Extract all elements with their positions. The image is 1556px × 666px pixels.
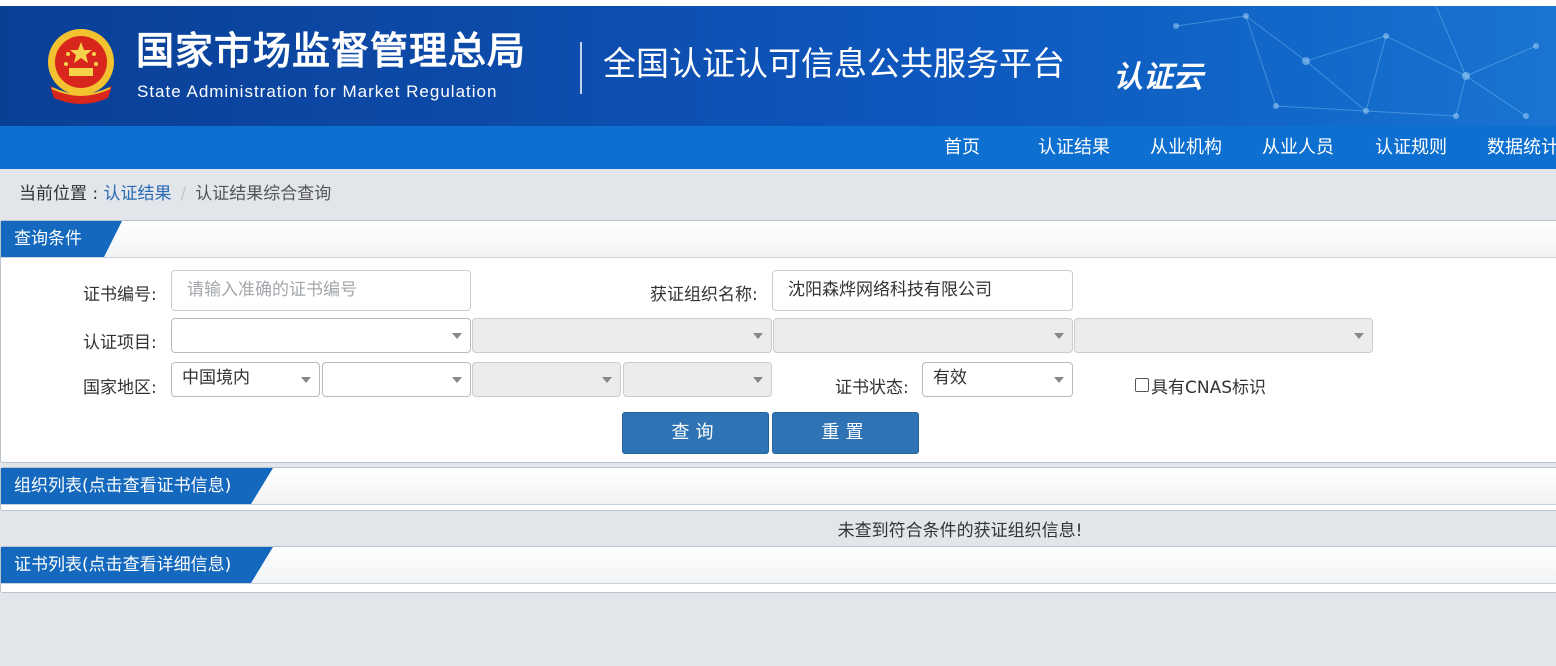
main-nav: 首页 认证结果 从业机构 从业人员 认证规则 数据统计 xyxy=(0,126,1556,169)
nav-item-statistics[interactable]: 数据统计 xyxy=(1487,126,1556,169)
breadcrumb-prefix: 当前位置 : xyxy=(19,184,104,204)
org-name-input[interactable]: 沈阳森烨网络科技有限公司 xyxy=(772,270,1073,311)
chevron-down-icon xyxy=(301,377,311,383)
org-list-empty-message: 未查到符合条件的获证组织信息! xyxy=(837,521,1083,541)
cnas-checkbox[interactable] xyxy=(1135,378,1149,392)
nav-item-personnel[interactable]: 从业人员 xyxy=(1262,126,1334,169)
breadcrumb-link-cert-results[interactable]: 认证结果 xyxy=(104,184,172,204)
project-select-1[interactable] xyxy=(171,318,471,353)
org-list-title: 组织列表(点击查看证书信息) xyxy=(1,468,273,504)
cert-status-label: 证书状态: xyxy=(835,378,909,398)
select-value: 有效 xyxy=(933,368,967,388)
nav-item-rules[interactable]: 认证规则 xyxy=(1375,126,1447,169)
chevron-down-icon xyxy=(602,377,612,383)
chevron-down-icon xyxy=(1054,333,1064,339)
project-select-4[interactable] xyxy=(1074,318,1373,353)
region-select-city[interactable] xyxy=(472,362,621,397)
org-list-header: 组织列表(点击查看证书信息) xyxy=(1,468,1556,505)
cert-no-input[interactable]: 请输入准确的证书编号 xyxy=(171,270,471,311)
site-banner: 国家市场监督管理总局 State Administration for Mark… xyxy=(0,6,1556,126)
org-list-panel: 组织列表(点击查看证书信息) xyxy=(0,467,1556,511)
title-divider xyxy=(580,42,582,94)
nav-item-institutions[interactable]: 从业机构 xyxy=(1150,126,1222,169)
breadcrumb-separator: / xyxy=(180,184,187,204)
org-name-label: 获证组织名称: xyxy=(650,285,758,305)
query-panel-title: 查询条件 xyxy=(1,221,122,257)
chevron-down-icon xyxy=(452,377,462,383)
cert-list-title: 证书列表(点击查看详细信息) xyxy=(1,547,273,583)
cert-no-label: 证书编号: xyxy=(83,285,157,305)
chevron-down-icon xyxy=(753,377,763,383)
cnas-option: 具有CNAS标识 xyxy=(1135,373,1266,398)
cert-list-panel: 证书列表(点击查看详细信息) xyxy=(0,546,1556,593)
region-label: 国家地区: xyxy=(83,378,157,398)
chevron-down-icon xyxy=(1354,333,1364,339)
chevron-down-icon xyxy=(1054,377,1064,383)
project-select-3[interactable] xyxy=(773,318,1073,353)
org-name-cn: 国家市场监督管理总局 xyxy=(136,31,527,73)
nav-item-cert-results[interactable]: 认证结果 xyxy=(1038,126,1110,169)
nav-item-home[interactable]: 首页 xyxy=(944,126,980,169)
region-select-country[interactable]: 中国境内 xyxy=(171,362,320,397)
cert-status-select[interactable]: 有效 xyxy=(922,362,1073,397)
region-select-province[interactable] xyxy=(322,362,471,397)
project-label: 认证项目: xyxy=(83,333,157,353)
breadcrumb: 当前位置 : 认证结果 / 认证结果综合查询 xyxy=(19,179,331,204)
project-select-2[interactable] xyxy=(472,318,772,353)
region-select-district[interactable] xyxy=(623,362,772,397)
platform-logo: 认证云 xyxy=(1113,60,1203,95)
select-value: 中国境内 xyxy=(182,368,250,388)
cert-list-header: 证书列表(点击查看详细信息) xyxy=(1,547,1556,584)
chevron-down-icon xyxy=(452,333,462,339)
query-panel-header: 查询条件 xyxy=(1,221,1556,258)
org-name-en: State Administration for Market Regulati… xyxy=(137,82,498,101)
cnas-label[interactable]: 具有CNAS标识 xyxy=(1151,378,1266,398)
platform-title: 全国认证认可信息公共服务平台 xyxy=(603,45,1065,82)
breadcrumb-current: 认证结果综合查询 xyxy=(195,184,332,204)
national-emblem-icon xyxy=(48,29,114,104)
reset-button[interactable]: 重置 xyxy=(772,412,919,454)
chevron-down-icon xyxy=(753,333,763,339)
search-button[interactable]: 查询 xyxy=(622,412,769,454)
